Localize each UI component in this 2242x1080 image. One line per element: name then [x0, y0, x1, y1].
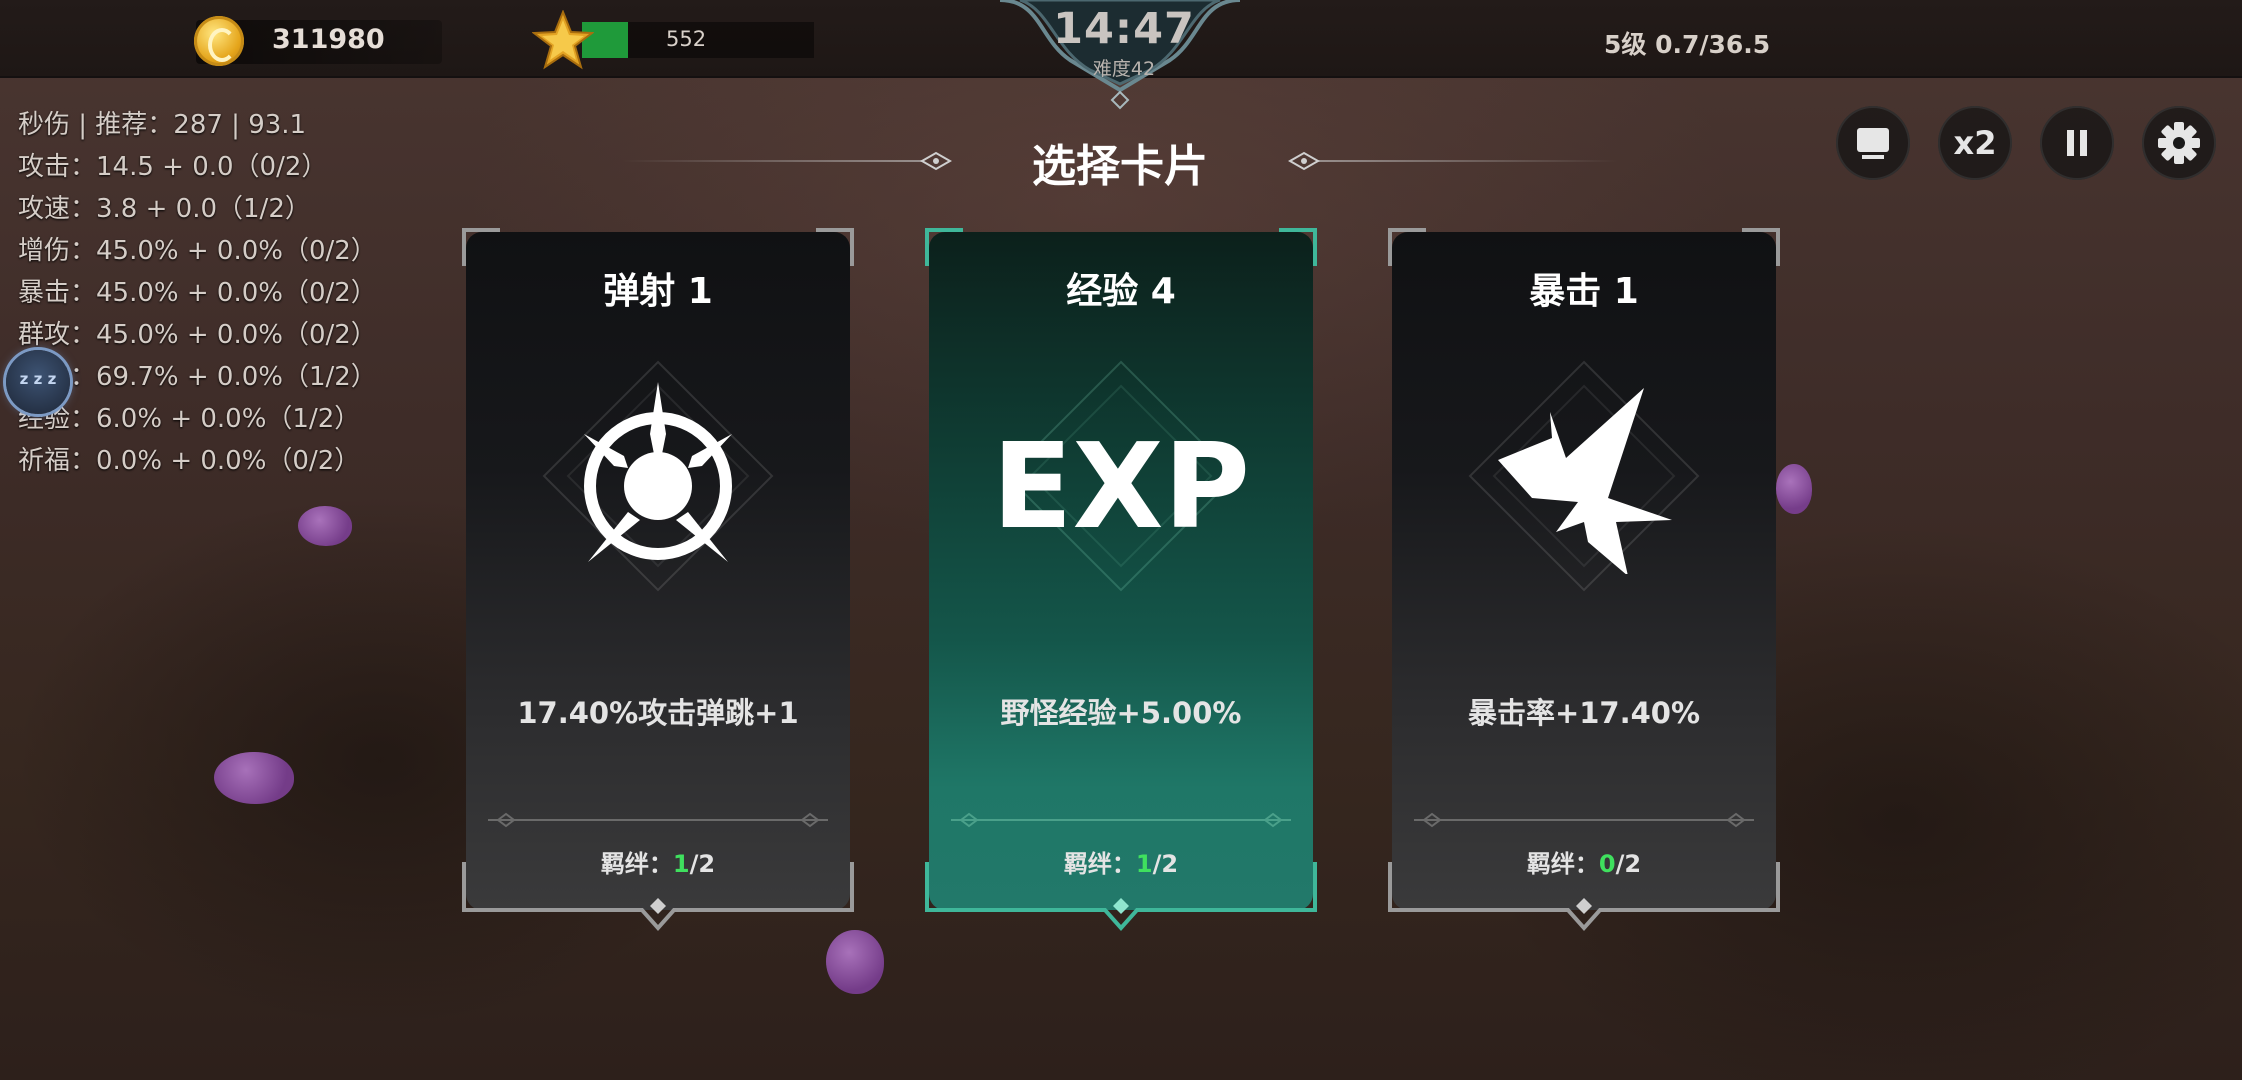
level-info: 5级 0.7/36.5: [1604, 30, 1771, 59]
stat-experience: 经验：6.0% + 0.0%（1/2）: [18, 404, 361, 434]
bond-total: /2: [1152, 850, 1179, 878]
bond-current: 1: [672, 850, 690, 878]
pause-icon: [2067, 130, 2087, 156]
bond-total: /2: [689, 850, 716, 878]
card-title: 弹射 1: [603, 271, 713, 312]
pause-button[interactable]: [2040, 106, 2114, 180]
card-description: 暴击率+17.40%: [1467, 696, 1701, 730]
stat-ricochet: 弹射：69.7% + 0.0%（1/2）: [18, 362, 377, 392]
bond-total: /2: [1615, 850, 1642, 878]
critical-burst-icon: [1498, 388, 1672, 574]
bond-label: 羁绊：: [1063, 850, 1136, 878]
stat-attack-speed: 攻速：3.8 + 0.0（1/2）: [18, 194, 311, 224]
star-icon: [532, 10, 594, 70]
stat-blessing: 祈福：0.0% + 0.0%（0/2）: [18, 446, 361, 476]
exp-icon: EXP: [991, 417, 1251, 555]
title-ornament-right-icon: [1288, 151, 1320, 171]
bond-label: 羁绊：: [1526, 850, 1599, 878]
card-title: 暴击 1: [1529, 271, 1639, 312]
card-bond: 羁绊：1/2: [923, 844, 1319, 879]
sleep-icon: z z z: [19, 370, 57, 388]
speed-x2-button[interactable]: x2: [1938, 106, 2012, 180]
card-bond: 羁绊：0/2: [1386, 844, 1782, 879]
game-timer: 14:47: [1053, 4, 1195, 54]
card-bond: 羁绊：1/2: [460, 844, 856, 879]
card-description: 野怪经验+5.00%: [1000, 696, 1242, 730]
enemy-slime: [214, 752, 294, 804]
ricochet-icon: [584, 382, 732, 562]
stat-attack: 攻击：14.5 + 0.0（0/2）: [18, 152, 328, 182]
coin-count: 311980: [272, 24, 385, 55]
stat-damage-bonus: 增伤：45.0% + 0.0%（0/2）: [18, 236, 377, 266]
stat-aoe: 群攻：45.0% + 0.0%（0/2）: [18, 320, 377, 350]
page-title: 选择卡片: [1032, 141, 1208, 192]
sleeping-hero-avatar[interactable]: z z z: [6, 350, 70, 414]
enemy-slime: [298, 506, 352, 546]
card-experience[interactable]: 经验 4 EXP 野怪经验+5.00% 羁绊：1/2: [923, 226, 1319, 932]
card-divider: [951, 812, 1291, 828]
stats-panel: 秒伤 | 推荐：287 | 93.1 攻击：14.5 + 0.0（0/2） 攻速…: [18, 104, 377, 482]
stat-dps: 秒伤 | 推荐：287 | 93.1: [18, 110, 307, 140]
bond-label: 羁绊：: [600, 850, 673, 878]
difficulty-label: 难度42: [1092, 58, 1156, 80]
stat-critical: 暴击：45.0% + 0.0%（0/2）: [18, 278, 377, 308]
card-divider: [488, 812, 828, 828]
title-divider-left: [622, 160, 922, 162]
bond-current: 1: [1135, 850, 1153, 878]
card-critical[interactable]: 暴击 1 暴击率+17.40% 羁绊：0/2: [1386, 226, 1782, 932]
coin-icon: [194, 16, 244, 66]
screen-toggle-button[interactable]: [1836, 106, 1910, 180]
monitor-icon: [1857, 128, 1889, 159]
title-ornament-left-icon: [920, 151, 952, 171]
title-divider-right: [1318, 160, 1618, 162]
bond-current: 0: [1598, 850, 1616, 878]
enemy-slime: [826, 930, 884, 994]
card-divider: [1414, 812, 1754, 828]
gear-icon: [2158, 122, 2200, 164]
xp-value: 552: [666, 27, 707, 51]
card-ricochet[interactable]: 弹射 1 17.40%攻击弹跳+1 羁绊：1/2: [460, 226, 856, 932]
settings-button[interactable]: [2142, 106, 2216, 180]
card-title: 经验 4: [1066, 271, 1176, 312]
card-description: 17.40%攻击弹跳+1: [517, 696, 799, 730]
